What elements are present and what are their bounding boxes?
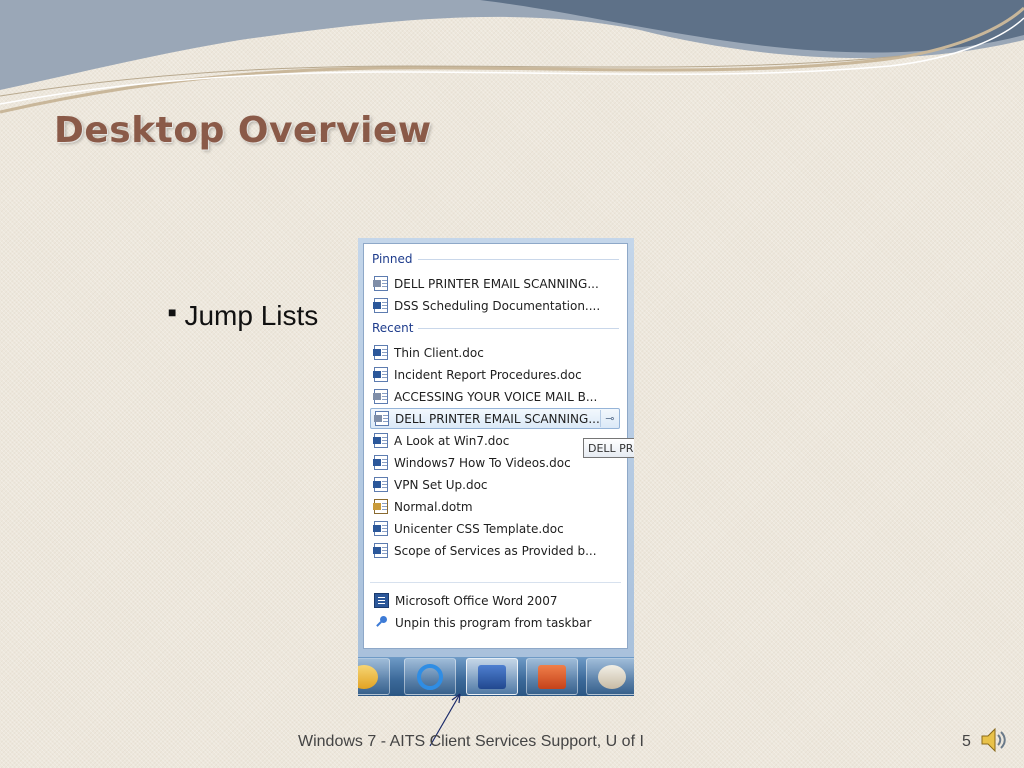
- item-label: Windows7 How To Videos.doc: [394, 455, 571, 470]
- paint-icon: [598, 664, 626, 689]
- recent-item[interactable]: VPN Set Up.doc: [370, 474, 620, 495]
- item-label: DELL PRINTER EMAIL SCANNING...: [395, 411, 600, 426]
- recent-header-label: Recent: [372, 321, 414, 335]
- item-label: ACCESSING YOUR VOICE MAIL B...: [394, 389, 598, 404]
- header-rule: [418, 327, 619, 329]
- word-doc-icon: [373, 298, 388, 313]
- item-label: VPN Set Up.doc: [394, 477, 488, 492]
- recent-item[interactable]: Scope of Services as Provided b...: [370, 540, 620, 561]
- word-doc-icon: [373, 543, 388, 558]
- word-doc-icon: [373, 477, 388, 492]
- recent-item[interactable]: Thin Client.doc: [370, 342, 620, 363]
- word-doc-icon: [373, 455, 388, 470]
- word-doc-icon: [373, 276, 388, 291]
- unpin-icon: [374, 615, 389, 630]
- item-label: Unpin this program from taskbar: [395, 615, 592, 630]
- outlook-icon: [358, 664, 378, 689]
- tasks-divider: [370, 582, 621, 583]
- taskbar-button-outlook[interactable]: [358, 658, 390, 695]
- page-number: 5: [962, 733, 971, 750]
- item-label: Unicenter CSS Template.doc: [394, 521, 564, 536]
- word-doc-icon: [373, 521, 388, 536]
- recent-item[interactable]: Incident Report Procedures.doc: [370, 364, 620, 385]
- word-doc-icon: [373, 433, 388, 448]
- taskbar-button-paint[interactable]: [586, 658, 634, 695]
- tooltip: DELL PR: [583, 438, 634, 458]
- powerpoint-icon: [538, 664, 566, 689]
- jump-list-screenshot: Pinned DELL PRINTER EMAIL SCANNING... DS…: [358, 238, 634, 696]
- pinned-item[interactable]: DSS Scheduling Documentation....: [370, 295, 620, 316]
- item-label: Scope of Services as Provided b...: [394, 543, 597, 558]
- word-icon: [478, 664, 506, 689]
- item-label: Incident Report Procedures.doc: [394, 367, 582, 382]
- internet-explorer-icon: [417, 663, 443, 690]
- jump-list-window: Pinned DELL PRINTER EMAIL SCANNING... DS…: [358, 238, 634, 657]
- header-rule: [417, 258, 619, 260]
- pin-icon[interactable]: ⊸: [599, 410, 619, 427]
- recent-item-highlighted[interactable]: DELL PRINTER EMAIL SCANNING... ⊸: [370, 408, 620, 429]
- slide-footer: Windows 7 - AITS Client Services Support…: [298, 733, 644, 750]
- slide-title: Desktop Overview: [54, 110, 432, 151]
- task-open-word[interactable]: Microsoft Office Word 2007: [370, 590, 620, 611]
- word-doc-icon: [373, 345, 388, 360]
- bullet-text: Jump Lists: [184, 300, 319, 331]
- item-label: DSS Scheduling Documentation....: [394, 298, 601, 313]
- recent-item[interactable]: Normal.dotm: [370, 496, 620, 517]
- word-doc-icon: [373, 389, 388, 404]
- item-label: Microsoft Office Word 2007: [395, 593, 558, 608]
- header-wave-decoration: [0, 0, 1024, 114]
- recent-item[interactable]: ACCESSING YOUR VOICE MAIL B...: [370, 386, 620, 407]
- taskbar-button-word[interactable]: [466, 658, 518, 695]
- taskbar-button-ie[interactable]: [404, 658, 456, 695]
- task-unpin[interactable]: Unpin this program from taskbar: [370, 612, 620, 633]
- pinned-header-label: Pinned: [372, 252, 413, 266]
- item-label: Thin Client.doc: [394, 345, 484, 360]
- word-doc-icon: [373, 367, 388, 382]
- recent-item[interactable]: Unicenter CSS Template.doc: [370, 518, 620, 539]
- pinned-section-header: Pinned: [372, 251, 619, 267]
- recent-section-header: Recent: [372, 320, 619, 336]
- taskbar: [358, 657, 634, 696]
- pinned-item[interactable]: DELL PRINTER EMAIL SCANNING...: [370, 273, 620, 294]
- taskbar-button-powerpoint[interactable]: [526, 658, 578, 695]
- item-label: DELL PRINTER EMAIL SCANNING...: [394, 276, 599, 291]
- word-template-icon: [373, 499, 388, 514]
- bullet-square-icon: ■: [168, 304, 177, 320]
- word-doc-icon: [374, 411, 389, 426]
- word-app-icon: [374, 593, 389, 608]
- item-label: A Look at Win7.doc: [394, 433, 510, 448]
- item-label: Normal.dotm: [394, 499, 473, 514]
- bullet-jump-lists: ■ Jump Lists: [168, 300, 318, 332]
- speaker-icon[interactable]: [978, 724, 1010, 756]
